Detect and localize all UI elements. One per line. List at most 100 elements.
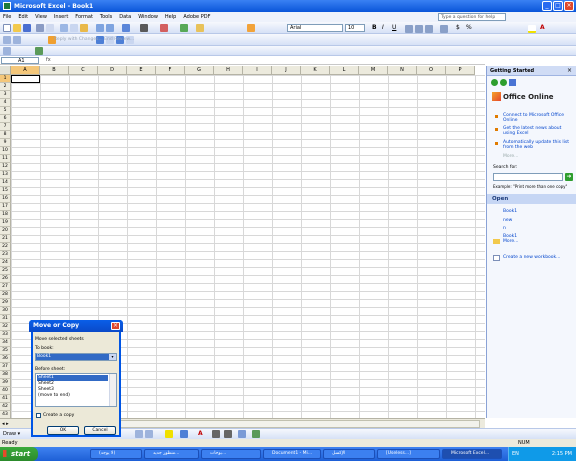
draw-font-color-icon[interactable]: A [198,430,206,438]
row-header-36[interactable]: 36 [0,355,11,363]
column-header-n[interactable]: N [388,66,417,75]
link-connect-office-online[interactable]: Connect to Microsoft Office Online [503,113,573,123]
line-style-icon[interactable] [212,430,220,438]
create-copy-checkbox[interactable] [36,413,41,418]
tab-scroll-icons[interactable]: ◂ ▸ [2,421,9,427]
paste-icon[interactable] [80,24,88,32]
office-assistant-icon[interactable] [247,24,255,32]
row-header-21[interactable]: 21 [0,235,11,243]
menu-file[interactable]: File [3,14,11,20]
row-header-8[interactable]: 8 [0,131,11,139]
review-icon-1[interactable] [3,36,11,44]
column-header-h[interactable]: H [214,66,243,75]
column-header-e[interactable]: E [127,66,156,75]
font-color-icon[interactable]: A [540,24,548,32]
column-header-k[interactable]: K [301,66,330,75]
row-header-37[interactable]: 37 [0,363,11,371]
row-header-9[interactable]: 9 [0,139,11,147]
autosum-icon[interactable] [140,24,148,32]
row-header-13[interactable]: 13 [0,171,11,179]
menu-edit[interactable]: Edit [18,14,28,20]
row-header-32[interactable]: 32 [0,323,11,331]
row-header-20[interactable]: 20 [0,227,11,235]
column-header-b[interactable]: B [40,66,69,75]
row-header-22[interactable]: 22 [0,243,11,251]
font-name-select[interactable]: Arial [287,24,343,32]
dash-style-icon[interactable] [224,430,232,438]
row-header-30[interactable]: 30 [0,307,11,315]
row-header-38[interactable]: 38 [0,371,11,379]
percent-icon[interactable]: % [466,24,474,32]
taskbar-item-excel[interactable]: Microsoft Excel... [442,449,502,459]
search-go-icon[interactable]: ➜ [565,173,573,181]
italic-icon[interactable]: I [382,24,390,32]
row-header-18[interactable]: 18 [0,211,11,219]
row-header-4[interactable]: 4 [0,99,11,107]
column-header-d[interactable]: D [98,66,127,75]
taskbar-item-3[interactable]: بوحات... [201,449,261,459]
menu-window[interactable]: Window [138,14,158,20]
font-size-select[interactable]: 10 [345,24,365,32]
dialog-close-icon[interactable]: × [111,322,120,330]
row-header-2[interactable]: 2 [0,83,11,91]
row-header-17[interactable]: 17 [0,203,11,211]
row-header-42[interactable]: 42 [0,403,11,411]
draw-fill-color-icon[interactable] [165,430,173,438]
row-header-14[interactable]: 14 [0,179,11,187]
active-cell[interactable] [11,75,40,83]
currency-icon[interactable]: $ [456,24,464,32]
column-header-m[interactable]: M [359,66,388,75]
search-input[interactable] [493,173,563,181]
column-header-p[interactable]: P [446,66,475,75]
row-header-33[interactable]: 33 [0,331,11,339]
row-header-27[interactable]: 27 [0,283,11,291]
taskbar-item-2[interactable]: منظور جديد... [144,449,199,459]
copy-icon[interactable] [70,24,78,32]
new-icon[interactable] [3,24,11,32]
list-item[interactable]: (move to end) [37,393,108,399]
formula-bar[interactable] [0,56,485,65]
open-file-new[interactable]: new [503,218,573,223]
menu-tools[interactable]: Tools [100,14,112,20]
row-header-35[interactable]: 35 [0,347,11,355]
preview-icon[interactable] [46,24,54,32]
open-file-book1[interactable]: Book1 [503,209,573,214]
column-header-f[interactable]: F [156,66,185,75]
column-header-g[interactable]: G [185,66,214,75]
row-header-12[interactable]: 12 [0,163,11,171]
sort-icon[interactable] [160,24,168,32]
row-header-10[interactable]: 10 [0,147,11,155]
hyperlink-icon[interactable] [122,24,130,32]
menu-view[interactable]: View [35,14,47,20]
column-header-a[interactable]: A [11,66,40,75]
row-header-19[interactable]: 19 [0,219,11,227]
list-scrollbar[interactable] [109,374,116,406]
menu-help[interactable]: Help [165,14,176,20]
row-header-41[interactable]: 41 [0,395,11,403]
minimize-button[interactable]: _ [542,1,552,11]
link-update-list[interactable]: Automatically update this list from the … [503,140,573,150]
row-header-24[interactable]: 24 [0,259,11,267]
bold-icon[interactable]: B [372,24,380,32]
print-icon[interactable] [36,24,44,32]
maximize-button[interactable]: □ [553,1,563,11]
to-book-select[interactable]: Book1 [35,353,117,361]
row-header-25[interactable]: 25 [0,267,11,275]
menu-insert[interactable]: Insert [54,14,68,20]
align-center-icon[interactable] [415,25,423,33]
help-search-input[interactable]: Type a question for help [438,13,506,21]
row-header-1[interactable]: 1 [0,75,11,83]
shadow-icon[interactable] [238,430,246,438]
align-right-icon[interactable] [425,25,433,33]
open-icon[interactable] [13,24,21,32]
name-box[interactable]: A1 [1,57,39,64]
column-header-c[interactable]: C [69,66,98,75]
draw-arrow-icon[interactable] [135,430,143,438]
row-header-39[interactable]: 39 [0,379,11,387]
pane-home-icon[interactable] [509,79,516,86]
row-header-5[interactable]: 5 [0,107,11,115]
chart-icon[interactable] [180,24,188,32]
open-more[interactable]: More... [503,239,573,244]
align-left-icon[interactable] [405,25,413,33]
pane-close-icon[interactable]: × [567,67,572,74]
